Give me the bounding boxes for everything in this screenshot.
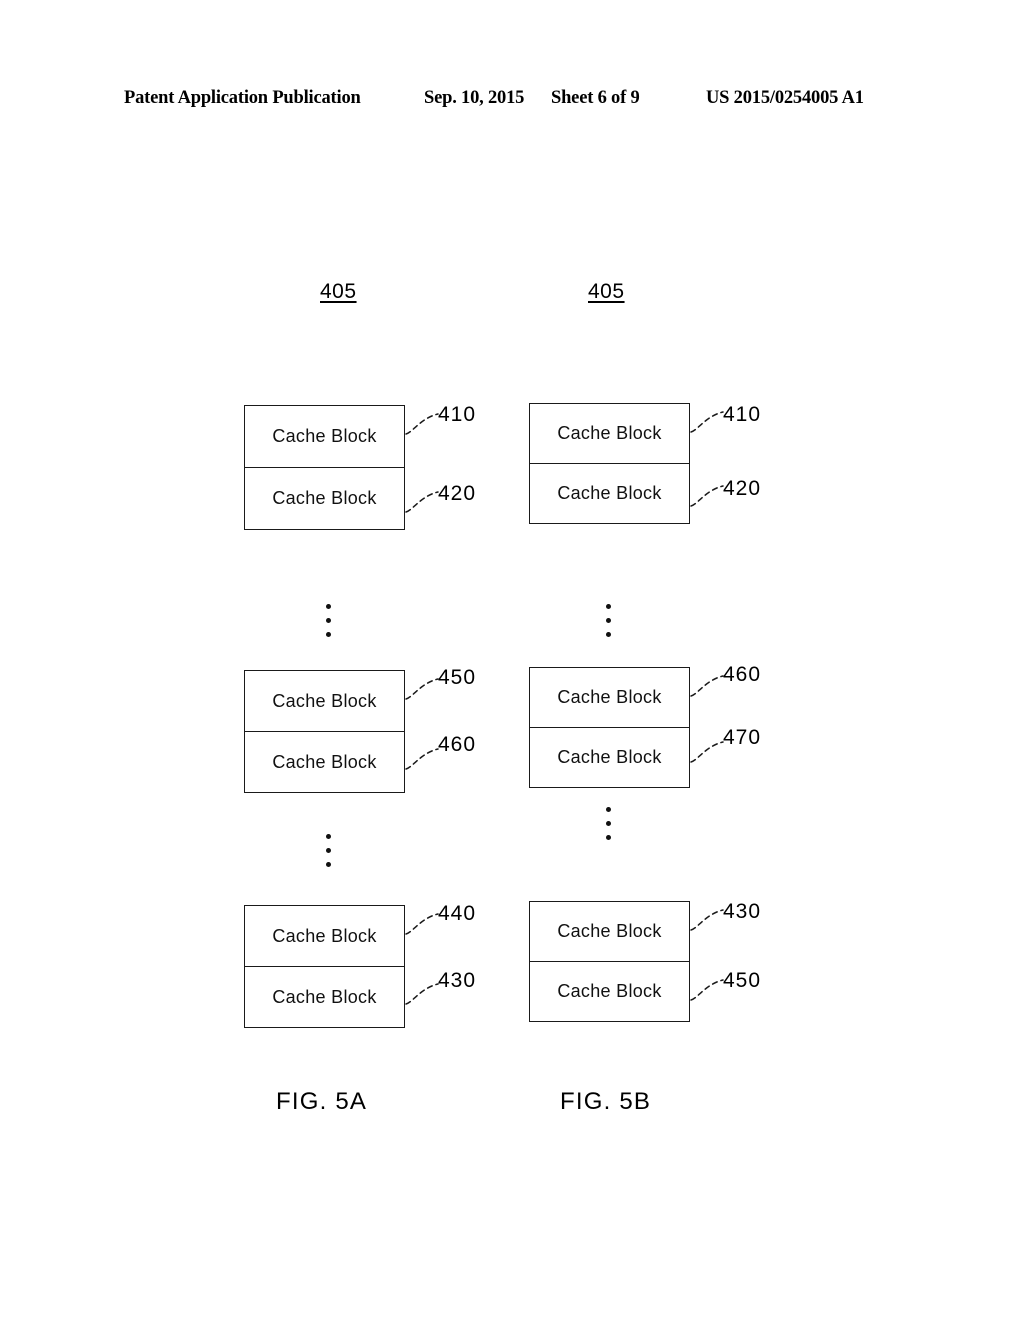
fig5b-ref-2-upper: 460 <box>723 663 762 686</box>
cache-block-label: Cache Block <box>272 925 377 946</box>
fig5a-ref-1-lower: 420 <box>438 482 477 505</box>
fig5b-block-group-1: Cache Block Cache Block <box>529 403 690 524</box>
cache-block-label: Cache Block <box>557 921 662 941</box>
fig5a-caption: FIG. 5A <box>276 1088 368 1115</box>
cache-block-label: Cache Block <box>557 423 662 443</box>
cache-block-label: Cache Block <box>272 751 377 772</box>
fig5a-leader-1-upper <box>405 413 439 435</box>
fig5b-reference-405: 405 <box>588 280 625 303</box>
fig5a-vertical-ellipsis-2 <box>326 834 336 868</box>
fig5a-ref-3-lower: 430 <box>438 969 477 992</box>
cache-block-label: Cache Block <box>272 986 377 1007</box>
cache-block-label: Cache Block <box>557 483 662 503</box>
cache-block-label: Cache Block <box>557 747 662 767</box>
fig5b-vertical-ellipsis-1 <box>606 604 616 638</box>
cache-block-label: Cache Block <box>557 981 662 1001</box>
fig5a-reference-405: 405 <box>320 280 357 303</box>
fig5b-leader-1-upper <box>690 411 724 433</box>
fig5b-ref-3-lower: 450 <box>723 969 762 992</box>
fig5a-ref-2-lower: 460 <box>438 733 477 756</box>
cache-block[interactable]: Cache Block <box>529 403 690 464</box>
fig5a-leader-1-lower <box>405 491 439 513</box>
fig5a-vertical-ellipsis-1 <box>326 604 336 638</box>
cache-block[interactable]: Cache Block <box>244 405 405 468</box>
fig5b-ref-3-upper: 430 <box>723 900 762 923</box>
cache-block-label: Cache Block <box>557 687 662 707</box>
fig5a-block-group-2: Cache Block Cache Block <box>244 670 405 793</box>
fig5b-leader-3-lower <box>690 979 724 1001</box>
cache-block[interactable]: Cache Block <box>529 728 690 788</box>
cache-block[interactable]: Cache Block <box>244 468 405 530</box>
fig5b-block-group-3: Cache Block Cache Block <box>529 901 690 1022</box>
fig5a-leader-2-lower <box>405 748 439 770</box>
fig5b-ref-1-upper: 410 <box>723 403 762 426</box>
fig5a-leader-3-upper <box>405 913 439 935</box>
fig5a-leader-2-upper <box>405 678 439 700</box>
fig5b-vertical-ellipsis-2 <box>606 807 616 841</box>
cache-block[interactable]: Cache Block <box>244 670 405 732</box>
fig5b-leader-1-lower <box>690 485 724 507</box>
cache-block[interactable]: Cache Block <box>529 464 690 524</box>
figure-5b: 405 Cache Block Cache Block 410 420 Cach… <box>512 0 1024 1320</box>
cache-block[interactable]: Cache Block <box>529 667 690 728</box>
fig5a-block-group-3: Cache Block Cache Block <box>244 905 405 1028</box>
cache-block[interactable]: Cache Block <box>244 967 405 1028</box>
cache-block[interactable]: Cache Block <box>244 905 405 967</box>
cache-block-label: Cache Block <box>272 488 377 508</box>
cache-block-label: Cache Block <box>272 426 377 446</box>
fig5a-ref-2-upper: 450 <box>438 666 477 689</box>
cache-block[interactable]: Cache Block <box>529 962 690 1022</box>
fig5a-leader-3-lower <box>405 983 439 1005</box>
fig5b-leader-3-upper <box>690 909 724 931</box>
figure-5a: 405 Cache Block Cache Block 410 420 Cach… <box>0 0 512 1320</box>
fig5a-ref-3-upper: 440 <box>438 902 477 925</box>
fig5b-caption: FIG. 5B <box>560 1088 652 1115</box>
cache-block[interactable]: Cache Block <box>529 901 690 962</box>
cache-block-label: Cache Block <box>272 690 377 711</box>
fig5b-leader-2-lower <box>690 741 724 763</box>
fig5a-block-group-1: Cache Block Cache Block <box>244 405 405 530</box>
fig5a-ref-1-upper: 410 <box>438 403 477 426</box>
fig5b-leader-2-upper <box>690 675 724 697</box>
fig5b-ref-1-lower: 420 <box>723 477 762 500</box>
fig5b-block-group-2: Cache Block Cache Block <box>529 667 690 788</box>
cache-block[interactable]: Cache Block <box>244 732 405 793</box>
fig5b-ref-2-lower: 470 <box>723 726 762 749</box>
